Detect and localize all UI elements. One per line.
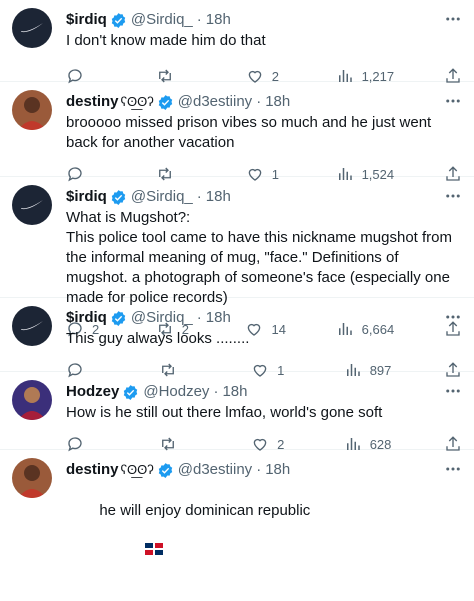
verified-icon xyxy=(110,310,127,327)
author-name[interactable]: $irdiq xyxy=(66,308,107,328)
avatar[interactable] xyxy=(12,380,52,420)
tweet[interactable]: destiny ʕʘ͟ʘʔ @d3estiiny · 18h he will e… xyxy=(0,450,474,555)
tweet[interactable]: $irdiq @Sirdiq_ · 18h I don't know made … xyxy=(0,0,474,84)
avatar[interactable] xyxy=(12,90,52,130)
author-handle[interactable]: @d3estiiny xyxy=(178,460,252,480)
more-icon[interactable] xyxy=(444,187,462,210)
more-icon[interactable] xyxy=(444,92,462,115)
author-handle[interactable]: @Hodzey xyxy=(143,382,209,402)
avatar[interactable] xyxy=(12,8,52,48)
author-handle[interactable]: @Sirdiq_ xyxy=(131,187,193,207)
tweet-text: This guy always looks ........ xyxy=(66,330,250,347)
tweet[interactable]: Hodzey @Hodzey · 18h How is he still out… xyxy=(0,372,474,452)
author-handle[interactable]: @Sirdiq_ xyxy=(131,10,193,30)
avatar[interactable] xyxy=(12,185,52,225)
author-name[interactable]: destiny xyxy=(66,92,119,112)
verified-icon xyxy=(157,462,174,479)
author-name[interactable]: destiny xyxy=(66,460,119,480)
timestamp[interactable]: 18h xyxy=(206,187,231,207)
tatsumaki-emoji-icon: ʕʘ͟ʘʔ xyxy=(120,94,154,109)
verified-icon xyxy=(110,189,127,206)
avatar[interactable] xyxy=(12,306,52,346)
author-name[interactable]: Hodzey xyxy=(66,382,119,402)
timestamp[interactable]: 18h xyxy=(206,308,231,328)
tweet[interactable]: $irdiq @Sirdiq_ · 18h This guy always lo… xyxy=(0,298,474,378)
tweet-text: brooooo missed prison vibes so much and … xyxy=(66,114,436,151)
tweet-text: How is he still out there lmfao, world's… xyxy=(66,404,383,421)
tweet[interactable]: $irdiq @Sirdiq_ · 18h What is Mugshot?: … xyxy=(0,177,474,337)
tatsumaki-emoji-icon: ʕʘ͟ʘʔ xyxy=(120,462,154,477)
tweet-text: he will enjoy dominican republic xyxy=(99,502,311,519)
timestamp[interactable]: 18h xyxy=(222,382,247,402)
timestamp[interactable]: 18h xyxy=(265,92,290,112)
dominican-flag-icon xyxy=(103,521,164,581)
author-name[interactable]: $irdiq xyxy=(66,10,107,30)
author-handle[interactable]: @Sirdiq_ xyxy=(131,308,193,328)
more-icon[interactable] xyxy=(444,308,462,331)
tweet-text: What is Mugshot?: This police tool came … xyxy=(66,209,453,306)
verified-icon xyxy=(122,384,139,401)
author-name[interactable]: $irdiq xyxy=(66,187,107,207)
tweet[interactable]: destiny ʕʘ͟ʘʔ @d3estiiny · 18h brooooo m… xyxy=(0,82,474,182)
more-icon[interactable] xyxy=(444,382,462,405)
tweet-text: I don't know made him do that xyxy=(66,32,266,49)
more-icon[interactable] xyxy=(444,460,462,483)
timestamp[interactable]: 18h xyxy=(265,460,290,480)
more-icon[interactable] xyxy=(444,10,462,33)
verified-icon xyxy=(157,94,174,111)
reply-feed: $irdiq @Sirdiq_ · 18h I don't know made … xyxy=(0,0,474,555)
timestamp[interactable]: 18h xyxy=(206,10,231,30)
author-handle[interactable]: @d3estiiny xyxy=(178,92,252,112)
verified-icon xyxy=(110,12,127,29)
avatar[interactable] xyxy=(12,458,52,498)
